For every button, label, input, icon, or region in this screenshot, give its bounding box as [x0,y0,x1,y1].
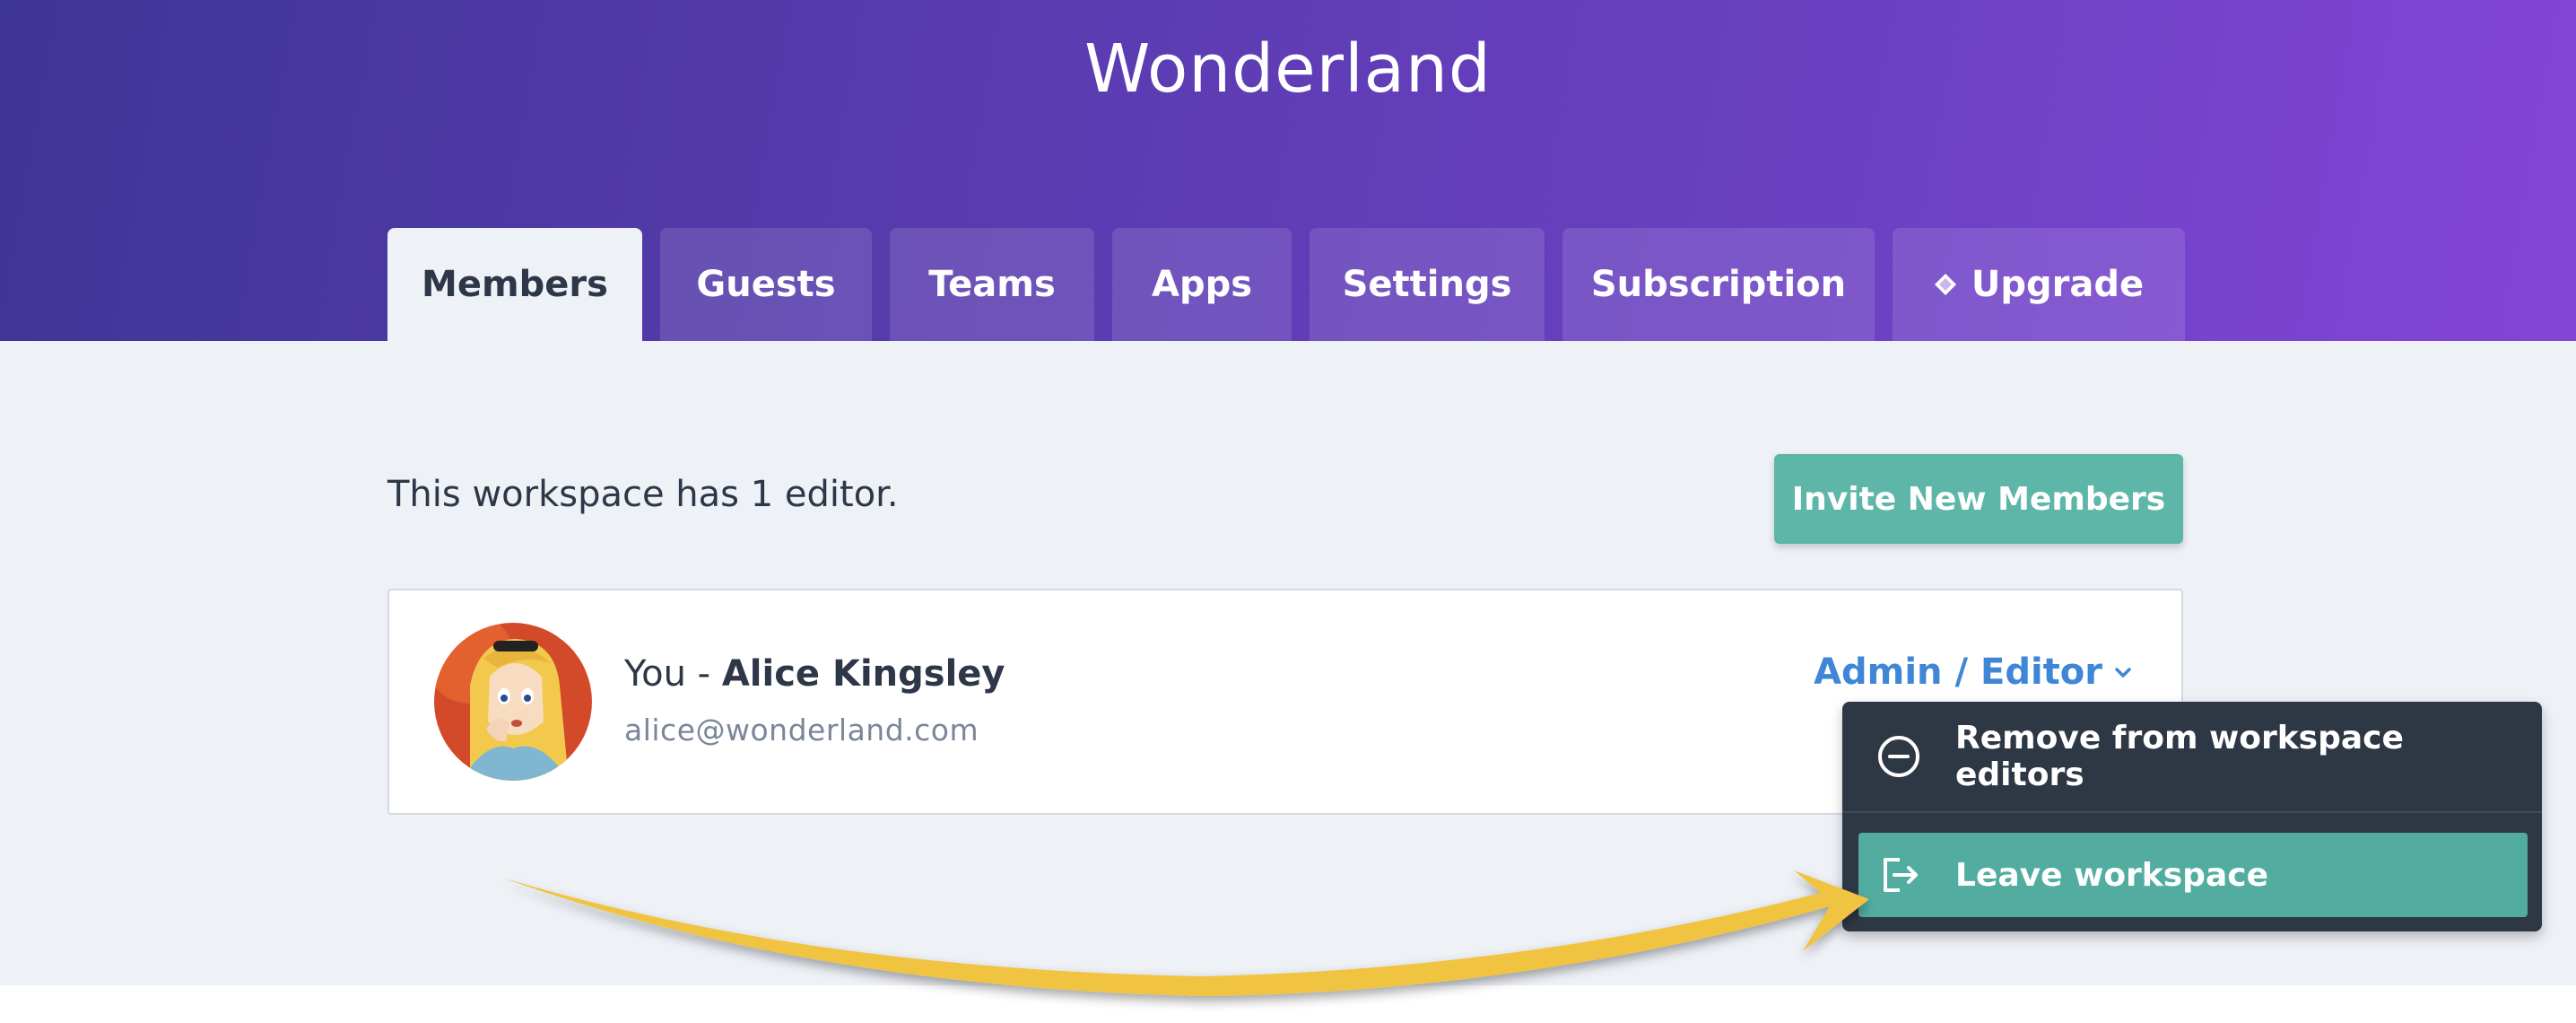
tab-label: Apps [1151,264,1253,305]
invite-new-members-button[interactable]: Invite New Members [1774,454,2183,544]
member-email: alice@wonderland.com [624,713,979,748]
role-menu: Remove from workspace editors Leave work… [1842,702,2542,931]
diamond-icon [1934,273,1957,296]
tab-subscription[interactable]: Subscription [1562,228,1875,341]
tab-label: Members [422,264,608,305]
tab-label: Upgrade [1971,264,2145,305]
exit-icon [1884,858,1918,892]
tab-guests[interactable]: Guests [660,228,872,341]
tab-teams[interactable]: Teams [890,228,1094,341]
member-full-name: Alice Kingsley [721,653,1005,695]
tab-members[interactable]: Members [387,228,642,341]
tab-settings[interactable]: Settings [1310,228,1545,341]
tab-apps[interactable]: Apps [1112,228,1292,341]
minus-circle-icon [1878,736,1919,777]
avatar [434,623,592,781]
chevron-down-icon [2115,668,2131,678]
leave-workspace-menu-item[interactable]: Leave workspace [1858,833,2528,917]
role-label: Admin / Editor [1814,651,2102,693]
tab-label: Settings [1342,264,1512,305]
member-name-prefix: You - [624,653,722,695]
workspace-header: Wonderland Members Guests Teams Apps Set… [0,0,2576,341]
tab-upgrade[interactable]: Upgrade [1893,228,2185,341]
member-name: You - Alice Kingsley [624,653,1005,695]
remove-from-editors-menu-item[interactable]: Remove from workspace editors [1842,702,2542,813]
workspace-title: Wonderland [1084,31,1492,108]
tab-label: Guests [696,264,836,305]
menu-item-label: Leave workspace [1955,856,2268,894]
menu-item-label: Remove from workspace editors [1955,720,2404,793]
tab-label: Subscription [1590,264,1847,305]
tab-label: Teams [928,264,1056,305]
role-dropdown[interactable]: Admin / Editor [1814,651,2133,693]
editor-count-text: This workspace has 1 editor. [387,474,899,515]
